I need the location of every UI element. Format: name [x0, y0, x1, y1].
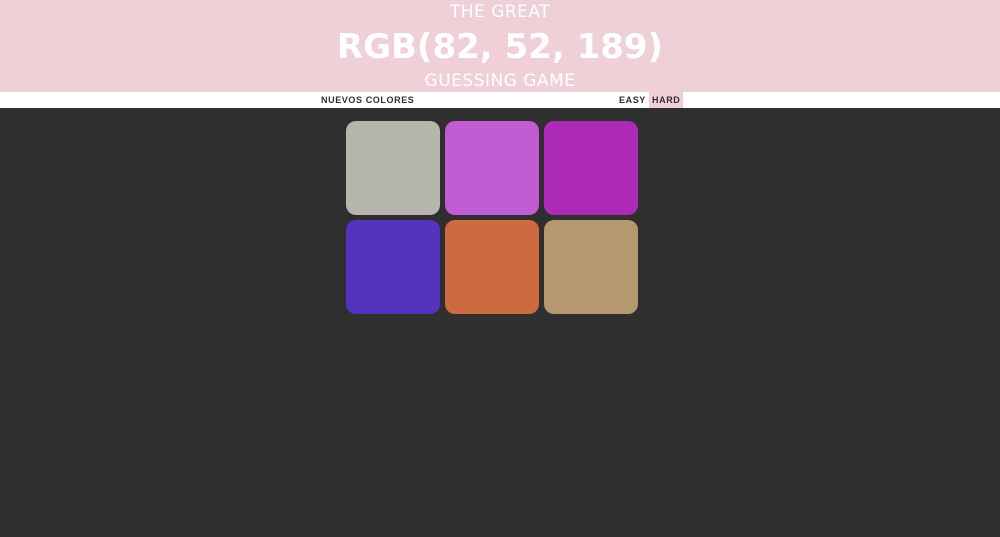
color-square[interactable]: [346, 220, 440, 314]
hard-mode-button[interactable]: HARD: [649, 92, 684, 108]
color-square[interactable]: [445, 121, 539, 215]
title-bottom: GUESSING GAME: [424, 71, 576, 91]
color-square[interactable]: [544, 121, 638, 215]
color-square[interactable]: [346, 121, 440, 215]
title-top: THE GREAT: [449, 2, 551, 22]
rgb-target-display: RGB(82, 52, 189): [336, 27, 664, 67]
easy-mode-button[interactable]: EASY: [616, 92, 649, 108]
header: THE GREAT RGB(82, 52, 189) GUESSING GAME: [0, 0, 1000, 92]
color-square[interactable]: [544, 220, 638, 314]
control-stripe: NUEVOS COLORES EASY HARD: [0, 92, 1000, 108]
new-colors-button[interactable]: NUEVOS COLORES: [318, 92, 417, 108]
color-square[interactable]: [445, 220, 539, 314]
